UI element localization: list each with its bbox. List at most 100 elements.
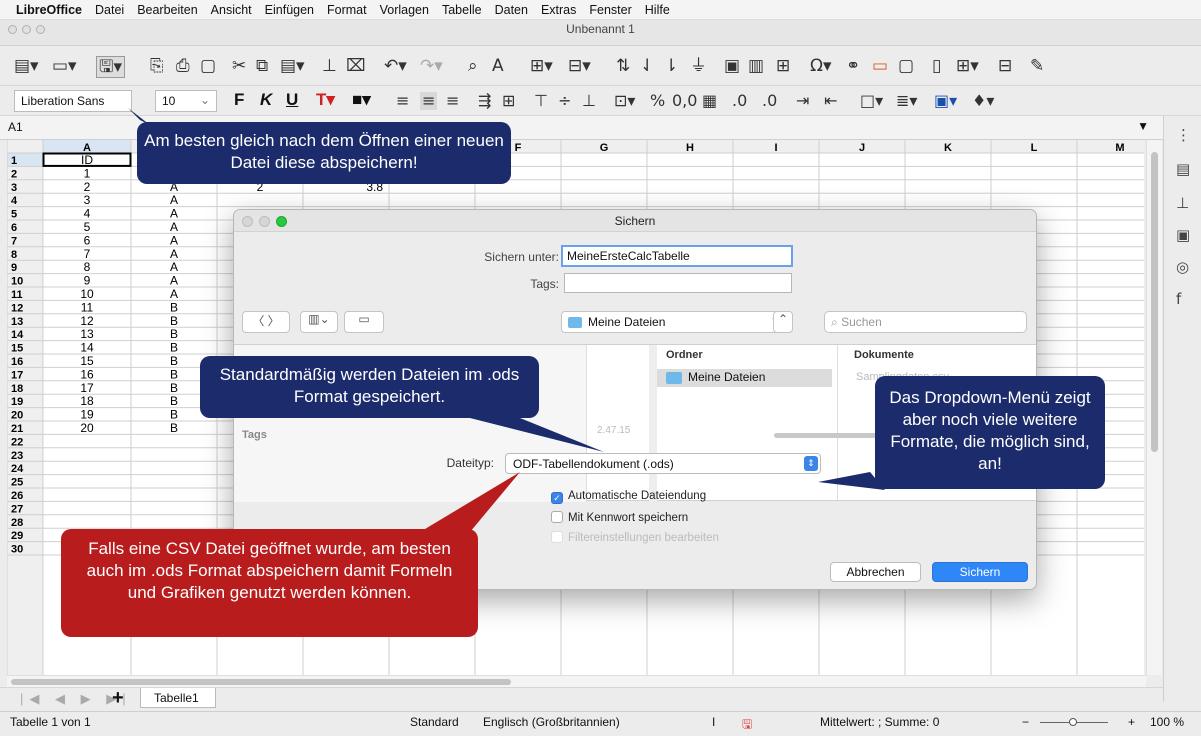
row-header[interactable]: 15 [11, 343, 23, 355]
filename-input[interactable]: MeineErsteCalcTabelle [561, 245, 793, 267]
cell[interactable]: B [170, 300, 178, 314]
column-header[interactable]: F [515, 142, 522, 154]
row-header[interactable]: 8 [11, 249, 17, 261]
insert-image-icon[interactable]: ▣ [724, 56, 740, 76]
cell[interactable]: A [170, 287, 178, 301]
gallery-icon[interactable]: ▣ [1176, 226, 1190, 244]
cell[interactable]: 3 [84, 193, 91, 207]
functions-icon[interactable]: f [1176, 290, 1181, 308]
print-icon[interactable]: ⎙ [176, 56, 190, 76]
auto-extension-checkbox[interactable]: ✓ Automatische Dateiendung [551, 490, 706, 504]
border-style-icon[interactable]: ≣▾ [896, 92, 917, 110]
copy-icon[interactable]: ⧉ [256, 56, 268, 76]
conditional-format-icon[interactable]: ♦▾ [972, 92, 994, 110]
column-divider[interactable] [649, 345, 657, 502]
row-header[interactable]: 10 [11, 276, 23, 288]
row-header[interactable]: 7 [11, 235, 17, 247]
row-header[interactable]: 11 [11, 289, 23, 301]
app-menu[interactable]: LibreOffice [16, 3, 82, 17]
align-right-icon[interactable]: ≡ [446, 92, 459, 110]
cell[interactable]: A [170, 220, 178, 234]
zoom-level[interactable]: 100 % [1150, 715, 1184, 729]
sheet-tab[interactable]: Tabelle1 [140, 688, 216, 708]
add-decimal-icon[interactable]: .0 [732, 92, 747, 110]
dialog-zoom-button[interactable] [276, 216, 287, 227]
row-header[interactable]: 23 [11, 450, 23, 462]
row-header[interactable]: 18 [11, 383, 23, 395]
column-header[interactable]: K [944, 142, 952, 154]
open-folder-icon[interactable]: ▭▾ [52, 56, 77, 76]
row-header[interactable]: 6 [11, 222, 17, 234]
borders-icon[interactable]: □▾ [860, 92, 883, 110]
bold-icon[interactable]: F [234, 90, 244, 110]
spelling-icon[interactable]: A [492, 56, 504, 76]
vertical-scrollbar[interactable] [1146, 140, 1162, 675]
row-header[interactable]: 28 [11, 517, 23, 529]
scrollbar-thumb[interactable] [11, 679, 511, 685]
cell[interactable]: B [170, 327, 178, 341]
align-bottom-icon[interactable]: ⊥ [582, 92, 596, 110]
align-top-icon[interactable]: ⊤ [534, 92, 548, 110]
zoom-in-icon[interactable]: + [1128, 715, 1135, 729]
password-checkbox[interactable]: Mit Kennwort speichern [551, 511, 688, 524]
hyperlink-icon[interactable]: ⚭ [846, 56, 860, 76]
freeze-rows-icon[interactable]: ⊞▾ [956, 56, 979, 76]
cell[interactable]: B [170, 408, 178, 422]
view-mode-button[interactable]: ▥⌄ [300, 311, 338, 333]
comment-icon[interactable]: ▭ [872, 56, 888, 76]
sort-descending-icon[interactable]: ⇂ [664, 56, 678, 76]
menu-datei[interactable]: Datei [95, 3, 124, 17]
search-field[interactable]: ⌕ Suchen [824, 311, 1027, 333]
expand-collapse-button[interactable]: ⌃ [773, 311, 793, 333]
dialog-minimize-button[interactable] [259, 216, 270, 227]
column-header[interactable]: J [859, 142, 865, 154]
cancel-button[interactable]: Abbrechen [830, 562, 921, 582]
pivot-table-icon[interactable]: ⊞ [776, 56, 790, 76]
add-sheet-icon[interactable]: + [112, 687, 124, 710]
cell[interactable]: B [170, 381, 178, 395]
wrap-text-icon[interactable]: ⇶ [478, 92, 491, 110]
font-color-icon[interactable]: T▾ [316, 90, 335, 110]
row-icon[interactable]: ⊞▾ [530, 56, 553, 76]
cell[interactable]: 13 [80, 327, 94, 341]
cell[interactable]: 7 [84, 247, 91, 261]
row-header[interactable]: 16 [11, 356, 23, 368]
decrease-indent-icon[interactable]: ⇤ [824, 92, 837, 110]
cell[interactable]: B [170, 394, 178, 408]
save-icon[interactable]: 🖫▾ [96, 56, 126, 78]
cut-icon[interactable]: ✂ [232, 56, 246, 76]
cell[interactable]: 16 [80, 367, 94, 381]
page-style[interactable]: Standard [410, 715, 459, 729]
headers-footers-icon[interactable]: ▢ [898, 56, 914, 76]
row-header[interactable]: 9 [11, 262, 17, 274]
row-header[interactable]: 13 [11, 316, 23, 328]
cell[interactable]: 11 [81, 300, 94, 314]
print-preview-icon[interactable]: ▢ [200, 56, 216, 76]
dialog-close-button[interactable] [242, 216, 253, 227]
delete-decimal-icon[interactable]: .0 [762, 92, 777, 110]
cell[interactable]: B [170, 314, 178, 328]
cell[interactable]: 1 [84, 166, 91, 180]
cell[interactable]: 6 [84, 233, 91, 247]
row-header[interactable]: 29 [11, 530, 23, 542]
location-dropdown[interactable]: Meine Dateien ⌃ [561, 311, 789, 333]
align-center-icon[interactable]: ≡ [420, 92, 438, 110]
draw-functions-icon[interactable]: ✎ [1030, 56, 1044, 76]
currency-format-icon[interactable]: ⊡▾ [614, 92, 635, 110]
menu-format[interactable]: Format [327, 3, 367, 17]
row-header[interactable]: 20 [11, 410, 23, 422]
paste-icon[interactable]: ▤▾ [280, 56, 305, 76]
split-window-icon[interactable]: ⊟ [998, 56, 1012, 76]
row-header[interactable]: 12 [11, 302, 23, 314]
row-header[interactable]: 17 [11, 369, 23, 381]
row-header[interactable]: 4 [11, 195, 18, 207]
selection-summary[interactable]: Mittelwert: ; Summe: 0 [820, 715, 939, 729]
merge-cells-icon[interactable]: ⊞ [502, 92, 515, 110]
border-color-icon[interactable]: ▣▾ [934, 92, 957, 110]
menu-bearbeiten[interactable]: Bearbeiten [137, 3, 197, 17]
row-header[interactable]: 3 [11, 182, 17, 194]
zoom-slider-handle[interactable] [1069, 718, 1077, 726]
cell[interactable]: 19 [80, 408, 94, 422]
column-header[interactable]: I [774, 142, 777, 154]
menu-tabelle[interactable]: Tabelle [442, 3, 482, 17]
